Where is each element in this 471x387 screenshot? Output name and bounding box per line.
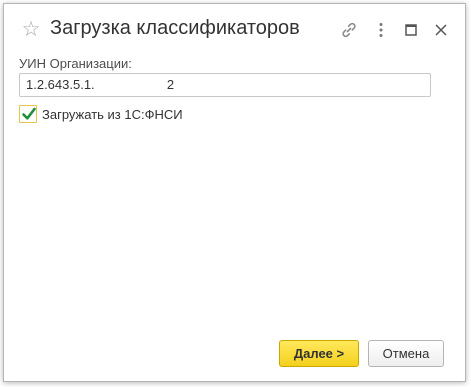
window-title: Загрузка классификаторов [50, 17, 300, 39]
more-vertical-icon[interactable] [371, 20, 391, 40]
maximize-icon[interactable] [401, 20, 421, 40]
close-icon[interactable] [431, 20, 451, 40]
load-from-fnsi-label[interactable]: Загружать из 1С:ФНСИ [42, 107, 183, 122]
next-button[interactable]: Далее > [279, 340, 359, 367]
checkmark-icon [22, 107, 36, 120]
org-uin-input[interactable]: 1.2.643.5.1. 2 [19, 73, 431, 97]
link-icon[interactable] [339, 20, 359, 40]
star-icon[interactable]: ☆ [20, 18, 42, 40]
org-uin-label: УИН Организации: [19, 56, 132, 71]
dialog-window: ☆ Загрузка классификаторов УИН Организац… [3, 3, 466, 382]
load-from-fnsi-checkbox[interactable] [19, 105, 37, 123]
title-bar: ☆ Загрузка классификаторов [4, 4, 465, 54]
cancel-button[interactable]: Отмена [368, 340, 444, 367]
